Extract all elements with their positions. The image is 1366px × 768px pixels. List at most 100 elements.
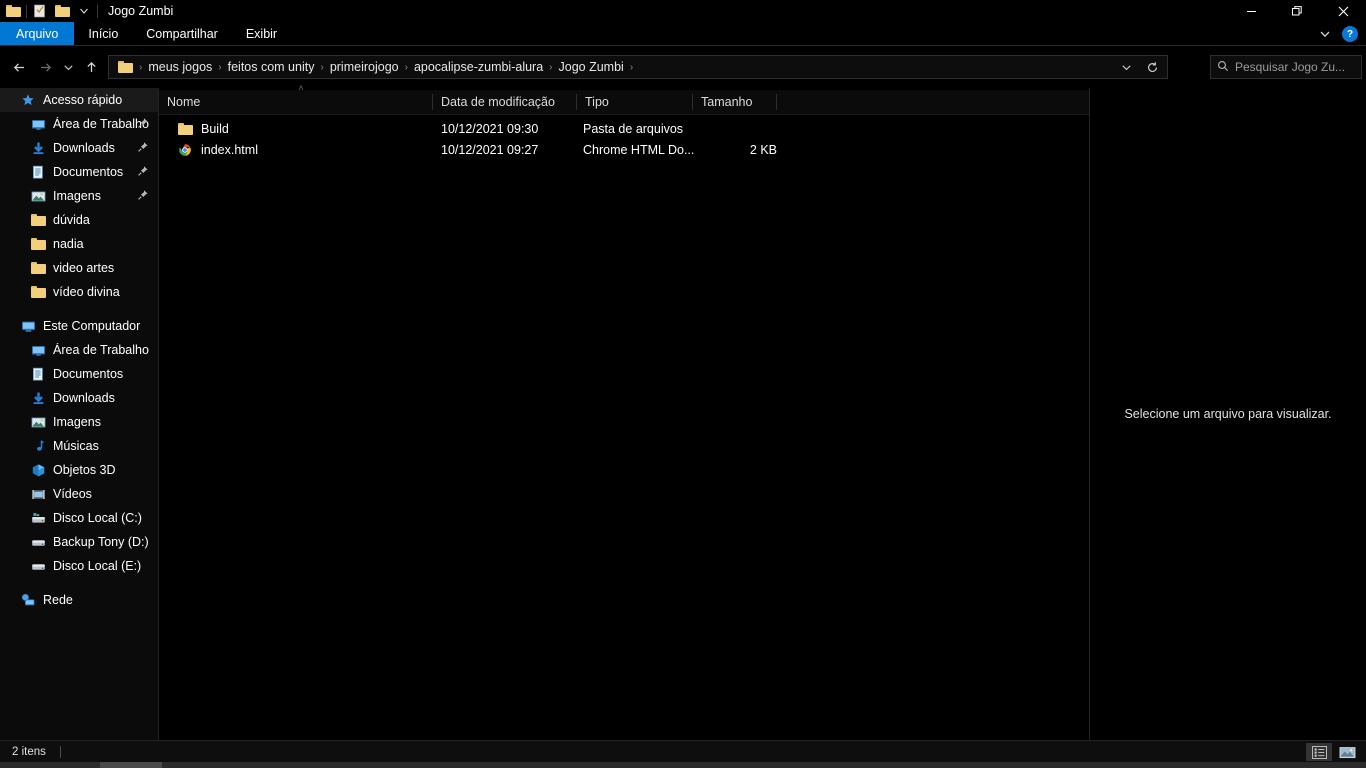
breadcrumb-item-3[interactable]: apocalipse-zumbi-alura [409, 56, 548, 78]
sidebar-item-label: Downloads [53, 141, 115, 155]
system-drive-icon [30, 510, 46, 526]
breadcrumb-root-folder-icon[interactable] [113, 56, 138, 78]
file-list[interactable]: Build 10/12/2021 09:30 Pasta de arquivos… [159, 118, 1089, 740]
minimize-button[interactable] [1228, 0, 1274, 22]
sidebar-item-documentos[interactable]: Documentos [0, 160, 158, 184]
refresh-icon[interactable] [1139, 56, 1165, 78]
sidebar-section-label: Acesso rápido [43, 93, 123, 107]
new-folder-icon[interactable] [51, 0, 73, 22]
sidebar-item-disco-local-e[interactable]: Disco Local (E:) [0, 554, 158, 578]
pictures-icon [30, 414, 46, 430]
sidebar-item-label: Músicas [53, 439, 99, 453]
tab-arquivo[interactable]: Arquivo [0, 22, 75, 46]
sidebar-item-objetos-3d[interactable]: Objetos 3D [0, 458, 158, 482]
sidebar-item-pc-imagens[interactable]: Imagens [0, 410, 158, 434]
sidebar-section-este-computador[interactable]: Este Computador [0, 314, 158, 338]
file-name-cell[interactable]: Build [159, 118, 229, 139]
toolbar-separator-2 [97, 4, 98, 18]
drive-icon [30, 558, 46, 574]
sidebar-item-label: Disco Local (C:) [53, 511, 142, 525]
search-input[interactable]: Pesquisar Jogo Zu... [1235, 60, 1345, 74]
column-divider[interactable] [776, 94, 777, 110]
sidebar-item-pc-area-de-trabalho[interactable]: Área de Trabalho [0, 338, 158, 362]
folder-icon [30, 284, 46, 300]
collapse-ribbon-chevron-down-icon[interactable] [1314, 23, 1336, 45]
up-button[interactable] [78, 54, 104, 80]
table-row[interactable]: index.html 10/12/2021 09:27 Chrome HTML … [159, 139, 1089, 160]
large-icons-view-button[interactable] [1334, 743, 1360, 761]
sidebar-item-videos[interactable]: Vídeos [0, 482, 158, 506]
details-view-button[interactable] [1306, 743, 1332, 761]
folder-icon [30, 260, 46, 276]
forward-button[interactable] [32, 54, 58, 80]
preview-pane-message: Selecione um arquivo para visualizar. [1124, 407, 1332, 421]
breadcrumb-item-2[interactable]: primeirojogo [325, 56, 404, 78]
recent-locations-chevron-down-icon[interactable] [58, 54, 78, 80]
file-name-cell[interactable]: index.html [159, 139, 258, 160]
help-button[interactable]: ? [1342, 26, 1358, 42]
back-button[interactable] [6, 54, 32, 80]
sidebar-item-label: vídeo divina [53, 285, 120, 299]
breadcrumb-item-4[interactable]: Jogo Zumbi [554, 56, 629, 78]
tab-exibir[interactable]: Exibir [232, 22, 291, 46]
status-separator [59, 745, 61, 758]
column-header-tamanho[interactable]: Tamanho [693, 90, 776, 114]
column-header-nome[interactable]: Nome [159, 90, 432, 114]
sidebar-item-backup-tony-d[interactable]: Backup Tony (D:) [0, 530, 158, 554]
toolbar-separator [26, 4, 27, 18]
search-icon [1217, 60, 1229, 75]
tab-compartilhar[interactable]: Compartilhar [132, 22, 232, 46]
sidebar-section-label: Este Computador [43, 319, 141, 333]
system-menu-folder-icon[interactable] [2, 0, 24, 22]
sidebar-item-area-de-trabalho[interactable]: Área de Trabalho [0, 112, 158, 136]
sidebar-item-disco-local-c[interactable]: Disco Local (C:) [0, 506, 158, 530]
maximize-restore-button[interactable] [1274, 0, 1320, 22]
taskbar-item[interactable] [100, 762, 162, 768]
item-count-label: 2 itens [12, 745, 46, 758]
pin-icon[interactable] [137, 141, 150, 154]
sidebar-section-rede[interactable]: Rede [0, 588, 158, 612]
sidebar-item-label: Vídeos [53, 487, 92, 501]
sidebar-item-video-artes[interactable]: video artes [0, 256, 158, 280]
column-header-tipo[interactable]: Tipo [577, 90, 692, 114]
path-bar-controls [1113, 56, 1165, 78]
navigation-pane[interactable]: Acesso rápido Área de Trabalho Downloads… [0, 88, 158, 740]
sidebar-section-acesso-rapido[interactable]: Acesso rápido [0, 88, 158, 112]
sidebar-item-musicas[interactable]: Músicas [0, 434, 158, 458]
ribbon-right-controls: ? [1314, 22, 1362, 46]
window-controls [1228, 0, 1366, 22]
sidebar-item-pc-documentos[interactable]: Documentos [0, 362, 158, 386]
file-name-label: Build [201, 121, 229, 136]
pin-icon[interactable] [137, 165, 150, 178]
sidebar-item-nadia[interactable]: nadia [0, 232, 158, 256]
pictures-icon [30, 188, 46, 204]
sidebar-item-pc-downloads[interactable]: Downloads [0, 386, 158, 410]
breadcrumb-item-1[interactable]: feitos com unity [223, 56, 320, 78]
close-button[interactable] [1320, 0, 1366, 22]
tab-inicio[interactable]: Início [74, 22, 132, 46]
column-headers: Nome Data de modificação Tipo Tamanho [159, 90, 1089, 114]
sidebar-item-video-divina[interactable]: vídeo divina [0, 280, 158, 304]
folder-icon [30, 236, 46, 252]
column-header-data-modificacao[interactable]: Data de modificação [433, 90, 576, 114]
sidebar-item-label: dúvida [53, 213, 90, 227]
sidebar-item-downloads[interactable]: Downloads [0, 136, 158, 160]
breadcrumb-path-bar[interactable]: › meus jogos › feitos com unity › primei… [108, 55, 1168, 79]
sidebar-item-label: Disco Local (E:) [53, 559, 142, 573]
breadcrumb-item-0[interactable]: meus jogos [143, 56, 217, 78]
view-mode-buttons [1306, 743, 1360, 761]
customize-dropdown-icon[interactable] [73, 0, 95, 22]
music-icon [30, 438, 46, 454]
pin-icon[interactable] [137, 117, 150, 130]
path-history-chevron-down-icon[interactable] [1113, 56, 1139, 78]
pin-icon[interactable] [137, 189, 150, 202]
file-size-cell: 2 KB [749, 142, 777, 157]
sidebar-item-imagens[interactable]: Imagens [0, 184, 158, 208]
quick-access-toolbar [0, 0, 100, 22]
table-row[interactable]: Build 10/12/2021 09:30 Pasta de arquivos [159, 118, 1089, 139]
column-header-divider [159, 114, 1089, 115]
sidebar-item-duvida[interactable]: dúvida [0, 208, 158, 232]
sidebar-item-label: Área de Trabalho [53, 117, 149, 131]
folder-properties-icon[interactable] [29, 0, 51, 22]
search-box[interactable]: Pesquisar Jogo Zu... [1210, 55, 1362, 79]
